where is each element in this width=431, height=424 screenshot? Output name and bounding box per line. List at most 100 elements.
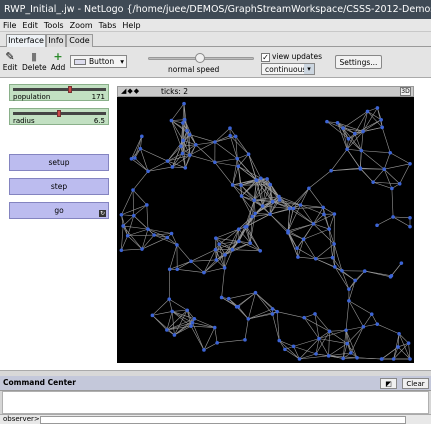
- tab-interface[interactable]: Interface: [6, 34, 46, 48]
- tab-info[interactable]: Info: [46, 34, 66, 47]
- network-node: [340, 268, 344, 273]
- setup-button[interactable]: setup: [9, 154, 109, 171]
- menu-edit[interactable]: Edit: [19, 19, 41, 32]
- network-node: [235, 156, 240, 161]
- menu-zoom[interactable]: Zoom: [67, 19, 96, 32]
- network-node: [379, 357, 384, 361]
- network-node: [359, 148, 364, 153]
- command-center-header: Command Center ◩ Clear: [0, 376, 431, 391]
- network-link: [133, 204, 148, 216]
- network-node: [185, 128, 189, 133]
- network-link: [191, 259, 217, 262]
- network-node: [125, 233, 130, 238]
- network-node: [129, 156, 134, 161]
- slider-knob[interactable]: [57, 110, 61, 117]
- network-node: [202, 270, 206, 275]
- menu-tools[interactable]: Tools: [41, 19, 67, 32]
- step-button[interactable]: step: [9, 178, 109, 195]
- network-link: [127, 234, 155, 237]
- network-node: [181, 121, 185, 125]
- network-link: [269, 213, 289, 234]
- network-node: [165, 235, 170, 240]
- command-output[interactable]: [2, 391, 429, 414]
- observer-context[interactable]: observer>: [3, 415, 40, 424]
- network-link: [214, 327, 218, 343]
- delete-button[interactable]: ▮ Delete: [22, 51, 47, 73]
- network-link: [337, 122, 364, 132]
- network-node: [268, 182, 273, 187]
- network-link: [308, 170, 332, 189]
- clear-button[interactable]: Clear: [402, 378, 429, 389]
- menu-file[interactable]: File: [0, 19, 19, 32]
- toolbar: ✎ Edit ▮ Delete + Add Button ▾ normal sp…: [0, 47, 431, 78]
- menu-help[interactable]: Help: [119, 19, 143, 32]
- world-view[interactable]: [117, 97, 414, 363]
- network-node: [302, 315, 307, 320]
- network-node: [189, 259, 193, 264]
- population-slider[interactable]: population 171: [9, 84, 109, 101]
- network-link: [279, 340, 300, 360]
- go-button[interactable]: go ↻: [9, 202, 109, 219]
- slider-track: [13, 88, 106, 91]
- network-node: [322, 212, 326, 217]
- view-updates-checkbox[interactable]: ✓: [261, 53, 270, 62]
- network-link: [293, 346, 317, 355]
- network-node: [296, 255, 300, 259]
- view-updates-toggle[interactable]: ✓ view updates: [261, 52, 322, 62]
- network-node: [213, 140, 217, 144]
- network-node: [119, 248, 124, 253]
- popout-icon[interactable]: ◩: [380, 378, 397, 389]
- menu-bar: File Edit Tools Zoom Tabs Help: [0, 19, 431, 32]
- network-node: [145, 203, 149, 207]
- network-link: [287, 223, 314, 234]
- network-node: [313, 256, 318, 261]
- network-node: [396, 345, 400, 349]
- network-link: [167, 140, 184, 162]
- network-link: [360, 167, 374, 183]
- speed-slider-knob[interactable]: [195, 53, 205, 63]
- slider-knob[interactable]: [68, 86, 72, 93]
- command-center-title: Command Center: [3, 378, 76, 387]
- network-node: [138, 146, 143, 151]
- window-title: RWP_Initial_.jw - NetLogo {/home/juee/DE…: [0, 0, 431, 19]
- network-link: [328, 331, 330, 356]
- network-node: [167, 297, 172, 301]
- network-node: [259, 176, 263, 181]
- network-node: [187, 132, 192, 137]
- network-node: [379, 117, 383, 122]
- widget-type-select[interactable]: Button ▾: [70, 55, 127, 68]
- network-node: [146, 169, 150, 174]
- speed-label: normal speed: [168, 65, 220, 74]
- interface-panel: population 171 radius 6.5 setup step go …: [0, 78, 431, 370]
- network-link: [391, 262, 402, 276]
- tab-code[interactable]: Code: [66, 34, 93, 47]
- radius-slider[interactable]: radius 6.5: [9, 108, 109, 125]
- settings-button[interactable]: Settings...: [335, 55, 382, 69]
- network-node: [275, 309, 279, 314]
- view-arrows-icon[interactable]: ◢◆◆: [121, 87, 140, 96]
- network-link: [361, 150, 391, 154]
- network-node: [246, 317, 251, 321]
- edit-button[interactable]: ✎ Edit: [2, 51, 18, 73]
- network-link: [289, 208, 314, 225]
- network-node: [213, 247, 218, 252]
- network-node: [346, 137, 351, 141]
- menu-tabs[interactable]: Tabs: [96, 19, 120, 32]
- network-node: [190, 320, 195, 325]
- 3d-view-button[interactable]: 3D: [400, 87, 411, 96]
- network-link: [303, 239, 316, 259]
- network-node: [286, 231, 290, 235]
- network-link: [361, 131, 364, 151]
- network-node: [270, 312, 275, 316]
- command-input[interactable]: [40, 416, 406, 424]
- network-node: [237, 239, 241, 244]
- network-node: [245, 224, 249, 229]
- network-link: [255, 292, 273, 315]
- network-node: [140, 134, 144, 139]
- update-mode-select[interactable]: continuous ▾: [261, 63, 315, 75]
- network-nodes: [119, 101, 412, 361]
- network-node: [253, 211, 257, 216]
- add-button[interactable]: + Add: [50, 51, 66, 73]
- network-node: [228, 126, 232, 130]
- network-node: [236, 304, 241, 309]
